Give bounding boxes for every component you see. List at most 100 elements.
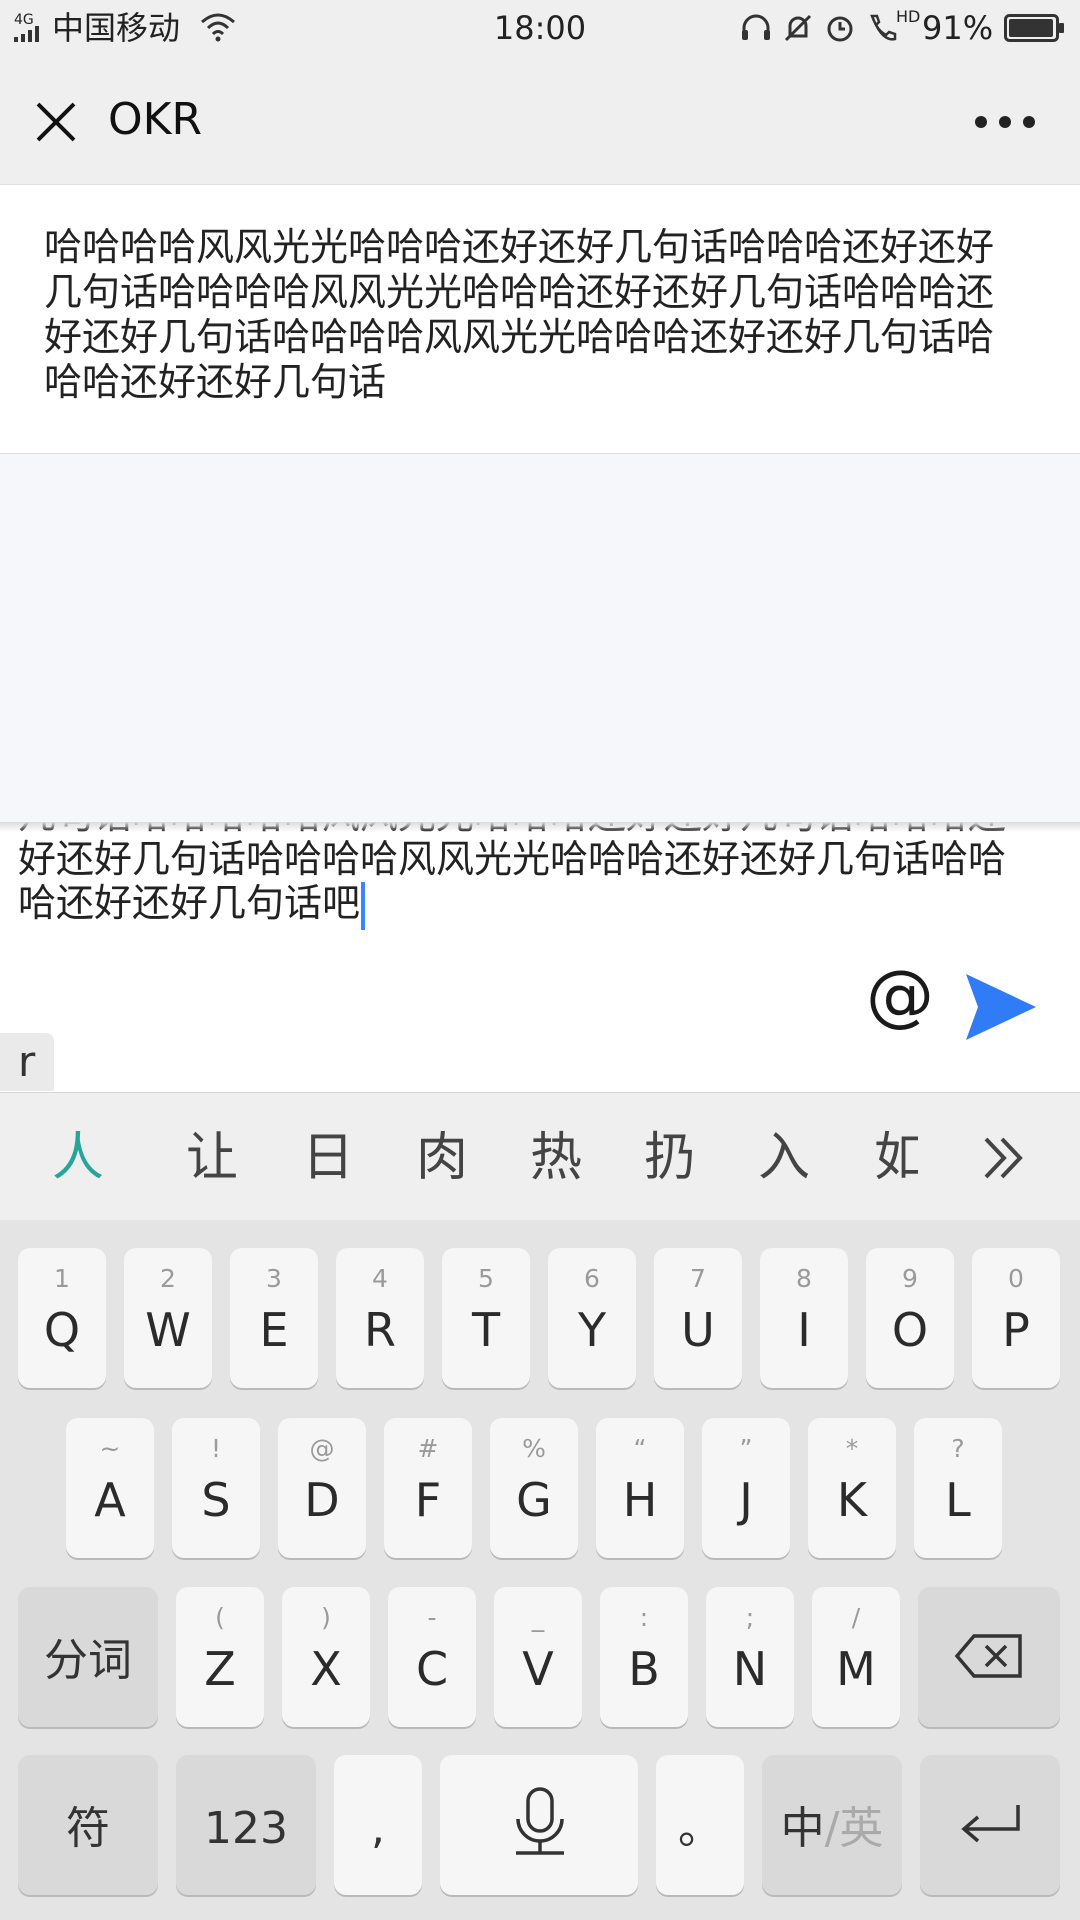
key-hint: % [522,1434,546,1463]
key-t[interactable]: 5T [442,1248,530,1388]
key-s[interactable]: ! S [172,1418,260,1558]
key-f[interactable]: # F [384,1418,472,1558]
key-r[interactable]: 4R [336,1248,424,1388]
candidate-7[interactable]: 入 [758,1127,810,1189]
candidate-8[interactable]: 如 [874,1127,918,1189]
key-v[interactable]: _ V [494,1587,582,1727]
language-toggle-key[interactable]: 中/英 [762,1755,902,1895]
key-b[interactable]: :B [600,1587,688,1727]
key-n[interactable]: ; N [706,1587,794,1727]
key-w[interactable]: 2W [124,1248,212,1388]
segment-key-label: 分词 [44,1635,132,1686]
send-button[interactable] [964,970,1038,1044]
voice-key[interactable] [440,1755,638,1895]
headset-icon [742,14,770,40]
key-letter: Z [204,1642,236,1696]
hd-label: HD [896,7,921,26]
more-dots-icon [975,116,1035,128]
key-letter: T [471,1303,501,1357]
key-hint: 7 [690,1264,706,1293]
key-u[interactable]: 7U [654,1248,742,1388]
hd-call-icon [870,14,897,41]
key-letter: O [891,1303,929,1357]
language-toggle-label: 中/英 [762,1803,902,1855]
comment-input-text: 几句话哈哈哈哈哈风风光光哈哈哈还好还好几句话哈哈哈还好还好几句话哈哈哈哈风风光光… [18,822,1007,925]
key-letter: X [310,1642,342,1696]
key-hint: 5 [478,1264,494,1293]
microphone-icon [516,1787,564,1855]
key-letter: A [94,1473,126,1527]
key-y[interactable]: 6Y [548,1248,636,1388]
period-key[interactable]: 。 [656,1755,744,1895]
send-icon [966,974,1036,1040]
period-key-label: 。 [678,1803,722,1854]
key-hint: / [851,1603,861,1632]
comment-input[interactable]: 几句话哈哈哈哈哈风风光光哈哈哈还好还好几句话哈哈哈还好还好几句话哈哈哈哈风风光光… [18,822,1028,930]
key-m[interactable]: / M [812,1587,900,1727]
candidate-2[interactable]: 让 [186,1127,238,1189]
segment-key[interactable]: 分词 [18,1587,158,1727]
key-letter: F [414,1473,442,1527]
candidate-4[interactable]: 肉 [416,1127,468,1189]
key-hint: ; [745,1603,755,1632]
key-q[interactable]: 1Q [18,1248,106,1388]
key-hint: ? [951,1434,965,1463]
key-hint: 1 [54,1264,70,1293]
candidate-5[interactable]: 热 [530,1127,582,1189]
key-g[interactable]: % G [490,1418,578,1558]
message-text: 哈哈哈哈风风光光哈哈哈还好还好几句话哈哈哈还好还好几句话哈哈哈哈风风光光哈哈哈还… [44,225,995,404]
backspace-icon [954,1634,1022,1678]
expand-candidates-icon[interactable] [980,1133,1028,1183]
key-x[interactable]: ) X [282,1587,370,1727]
key-hint: 4 [372,1264,388,1293]
key-k[interactable]: * K [808,1418,896,1558]
key-hint: - [427,1603,437,1632]
candidate-6[interactable]: 扔 [644,1127,696,1189]
key-p[interactable]: 0P [972,1248,1060,1388]
key-i[interactable]: 8I [760,1248,848,1388]
battery-percent: 91% [922,9,994,47]
candidate-3[interactable]: 日 [302,1127,354,1189]
key-o[interactable]: 9O [866,1248,954,1388]
key-letter: D [304,1473,340,1527]
key-j[interactable]: ” J [702,1418,790,1558]
ime-candidate-bar: 人 让 日 肉 热 扔 入 如 [0,1092,1080,1222]
enter-key[interactable] [920,1755,1060,1895]
key-letter: B [628,1642,660,1696]
key-a[interactable]: ~ A [66,1418,154,1558]
key-e[interactable]: 3E [230,1248,318,1388]
key-hint: ” [739,1434,753,1463]
comma-key-label: , [371,1803,385,1854]
numbers-key[interactable]: 123 [176,1755,316,1895]
key-letter: P [1002,1303,1030,1357]
ime-composing-text: r [0,1033,54,1091]
key-letter: G [516,1473,552,1527]
status-bar: 4G 中国移动 18:00 HD 91% [0,0,1080,56]
close-icon [36,102,76,142]
numbers-key-label: 123 [204,1803,288,1854]
key-letter: S [201,1473,231,1527]
key-letter: Y [577,1303,607,1357]
backspace-key[interactable] [918,1587,1060,1727]
key-l[interactable]: ? L [914,1418,1002,1558]
comma-key[interactable]: , [334,1755,422,1895]
key-hint: 8 [796,1264,812,1293]
key-letter: W [145,1303,191,1357]
key-h[interactable]: “H [596,1418,684,1558]
key-z[interactable]: (Z [176,1587,264,1727]
key-hint: ( [215,1603,225,1632]
key-c[interactable]: -C [388,1587,476,1727]
key-hint: 9 [902,1264,918,1293]
key-hint: 3 [266,1264,282,1293]
key-letter: J [739,1473,753,1527]
key-d[interactable]: @ D [278,1418,366,1558]
symbol-key[interactable]: 符 [18,1755,158,1895]
symbol-key-label: 符 [66,1803,110,1854]
lang-en: 英 [839,1803,884,1854]
key-hint: ) [321,1603,331,1632]
key-hint: 0 [1008,1264,1024,1293]
more-button[interactable] [970,92,1040,152]
close-button[interactable] [26,92,86,152]
candidate-1[interactable]: 人 [52,1127,104,1189]
mention-button[interactable]: @ [864,960,936,1032]
